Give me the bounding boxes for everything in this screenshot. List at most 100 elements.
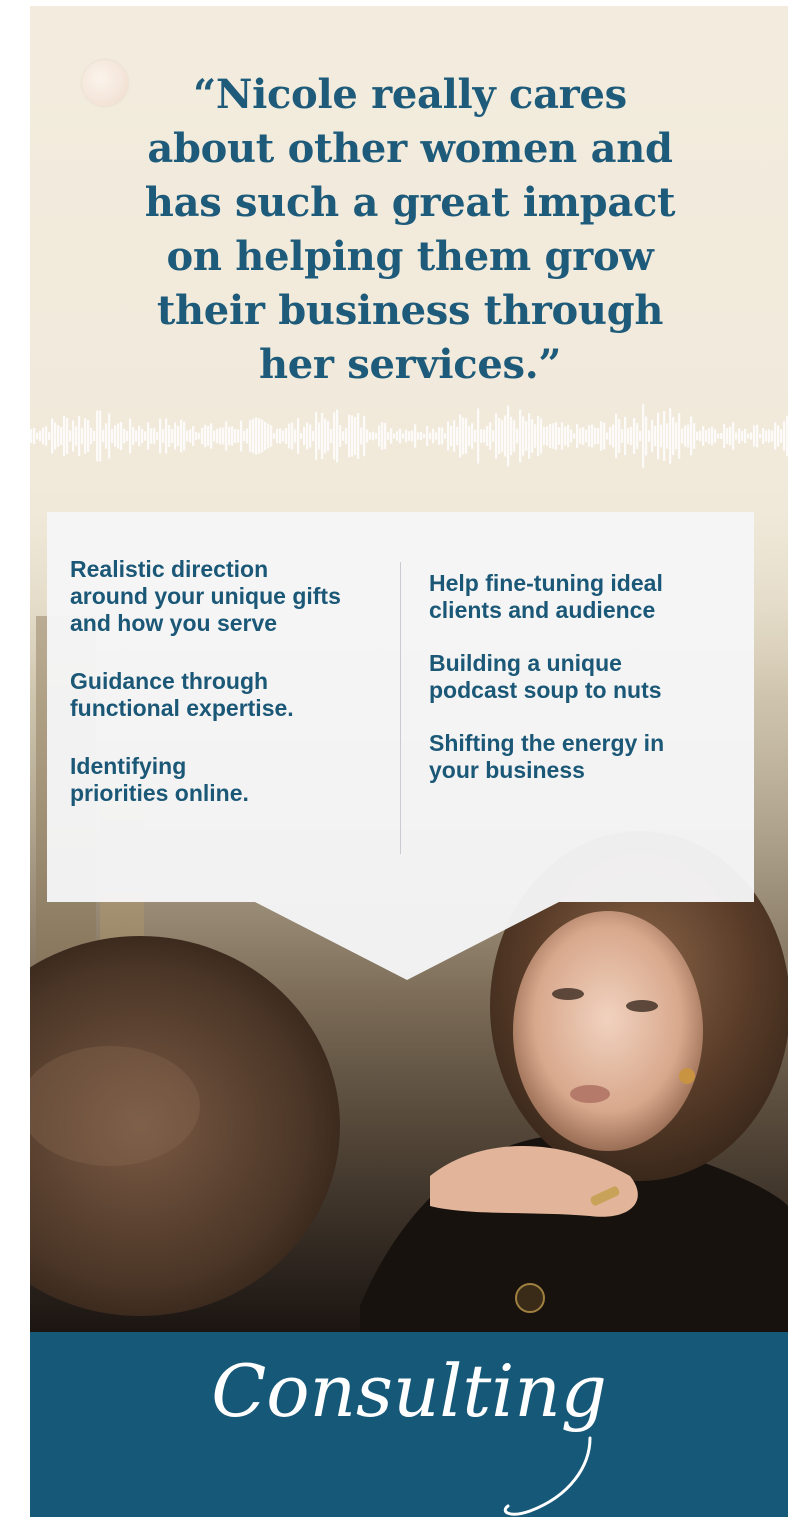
waveform-bar (777, 425, 780, 447)
waveform-bar (204, 424, 207, 448)
waveform-bar (759, 433, 762, 439)
waveform-bar (708, 428, 711, 444)
waveform-bar (654, 425, 657, 447)
waveform-bar (42, 427, 45, 445)
waveform-bar (54, 422, 57, 450)
consulting-banner: “Nicole really cares about other women a… (30, 6, 788, 1517)
waveform-bar (468, 425, 471, 447)
waveform-bar (471, 423, 474, 449)
waveform-bar (495, 413, 498, 459)
waveform-bar (243, 430, 246, 442)
waveform-bar (594, 427, 597, 445)
waveform-bar (765, 430, 768, 442)
waveform-bar (147, 422, 150, 450)
waveform-bar (111, 429, 114, 443)
waveform-bar (222, 427, 225, 445)
waveform-bar (78, 415, 81, 457)
services-panel: Realistic direction around your unique g… (47, 512, 754, 980)
waveform-bar (291, 422, 294, 450)
waveform-bar (297, 418, 300, 454)
waveform-bar (786, 415, 788, 457)
waveform-bar (660, 424, 663, 448)
waveform-bar (411, 430, 414, 442)
waveform-bar (318, 422, 321, 450)
waveform-bar (564, 426, 567, 446)
waveform-bar (480, 429, 483, 443)
waveform-bar (783, 421, 786, 451)
waveform-bar (699, 430, 702, 442)
waveform-bar (306, 422, 309, 450)
waveform-bar (741, 430, 744, 442)
waveform-bar (150, 428, 153, 444)
service-item: Building a unique podcast soup to nuts (429, 650, 662, 703)
waveform-bar (240, 420, 243, 452)
waveform-bar (549, 423, 552, 449)
waveform-bar (393, 433, 396, 439)
waveform-bar (543, 426, 546, 446)
waveform-bar (39, 430, 42, 442)
waveform-bar (216, 428, 219, 444)
waveform-bar (249, 420, 252, 452)
waveform-bar (312, 430, 315, 442)
waveform-bar (423, 433, 426, 439)
waveform-bar (780, 429, 783, 443)
waveform-bar (201, 427, 204, 445)
waveform-bar (246, 428, 249, 444)
waveform-bar (609, 426, 612, 446)
waveform-bar (540, 418, 543, 454)
waveform-bar (576, 423, 579, 449)
waveform-bar (756, 424, 759, 448)
waveform-bar (573, 433, 576, 439)
waveform-bar (384, 422, 387, 450)
waveform-bar (51, 418, 54, 454)
waveform-bar (144, 431, 147, 441)
quote-line: their business through (156, 287, 664, 334)
waveform-bar (267, 423, 270, 449)
waveform-bar (729, 426, 732, 446)
services-list-left: Realistic direction around your unique g… (70, 556, 390, 838)
waveform-bar (48, 432, 51, 440)
waveform-bar (228, 426, 231, 446)
waveform-bar (108, 413, 111, 459)
footer-title: Consulting (211, 1349, 607, 1433)
waveform-bar (270, 425, 273, 447)
waveform-bar (264, 421, 267, 451)
waveform-bar (534, 424, 537, 448)
waveform-bar (126, 430, 129, 442)
waveform-bar (693, 423, 696, 449)
waveform-bar (690, 416, 693, 456)
service-item: Guidance through functional expertise. (70, 668, 294, 721)
waveform-bar (168, 425, 171, 447)
waveform-bar (72, 420, 75, 452)
waveform-bar (627, 428, 630, 444)
waveform-bar (252, 418, 255, 454)
waveform-bar (315, 412, 318, 460)
waveform-bar (744, 428, 747, 444)
waveform-bar (381, 422, 384, 450)
waveform-bar (675, 422, 678, 450)
waveform-bar (405, 429, 408, 443)
waveform-bar (723, 424, 726, 448)
waveform-bar (498, 418, 501, 454)
waveform-bar (180, 419, 183, 453)
waveform-bar (537, 416, 540, 456)
waveform-bar (450, 425, 453, 447)
waveform-bar (567, 424, 570, 448)
waveform-bar (321, 412, 324, 460)
waveform-bar (399, 428, 402, 444)
waveform-bar (441, 427, 444, 445)
waveform-bar (153, 428, 156, 444)
waveform-bar (132, 427, 135, 445)
waveform-bar (195, 431, 198, 441)
testimonial-quote: “Nicole really cares about other women a… (100, 68, 720, 392)
waveform-bar (363, 415, 366, 457)
waveform-bar (327, 420, 330, 452)
waveform-bar (261, 419, 264, 453)
waveform-bar (198, 432, 201, 440)
waveform-bar (36, 432, 39, 440)
consulting-script-title: Consulting (211, 1349, 607, 1516)
service-item: Realistic direction around your unique g… (70, 556, 341, 636)
waveform-bar (33, 427, 36, 445)
waveform-bar (747, 433, 750, 439)
waveform-bar (177, 425, 180, 447)
